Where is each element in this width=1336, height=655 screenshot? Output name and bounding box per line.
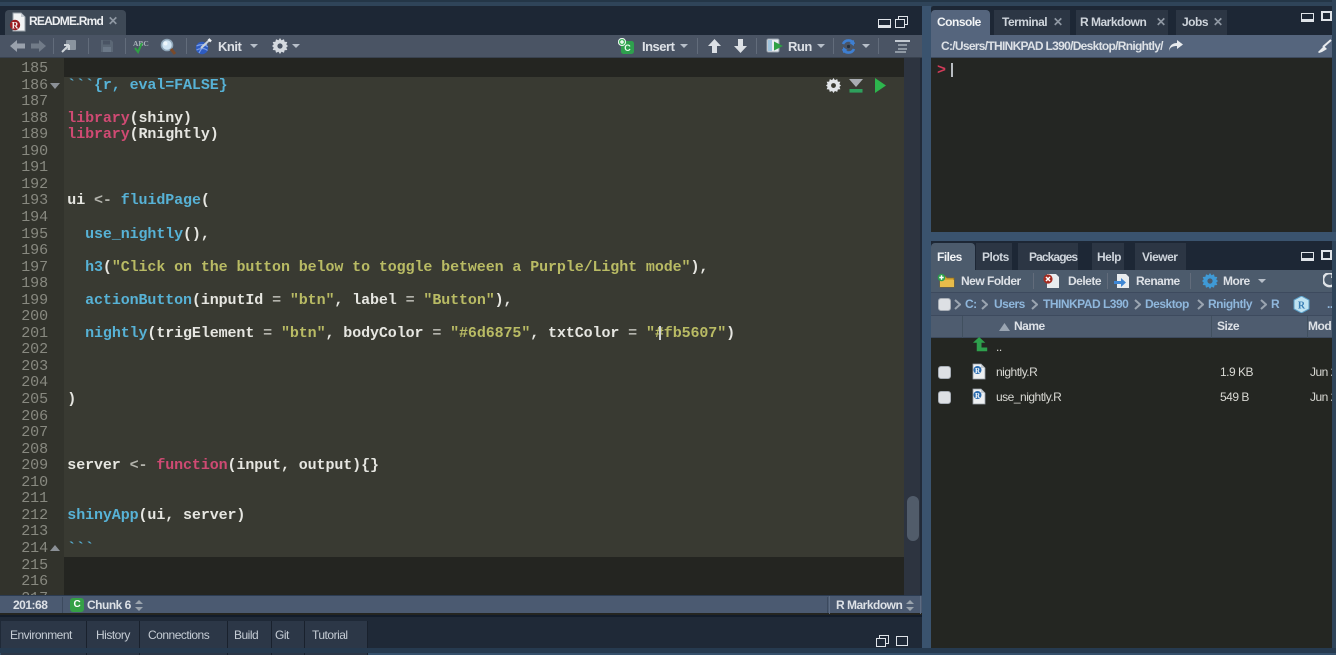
svg-text:R: R [12, 22, 19, 32]
svg-text:R: R [1298, 301, 1306, 312]
svg-text:C: C [624, 43, 631, 53]
